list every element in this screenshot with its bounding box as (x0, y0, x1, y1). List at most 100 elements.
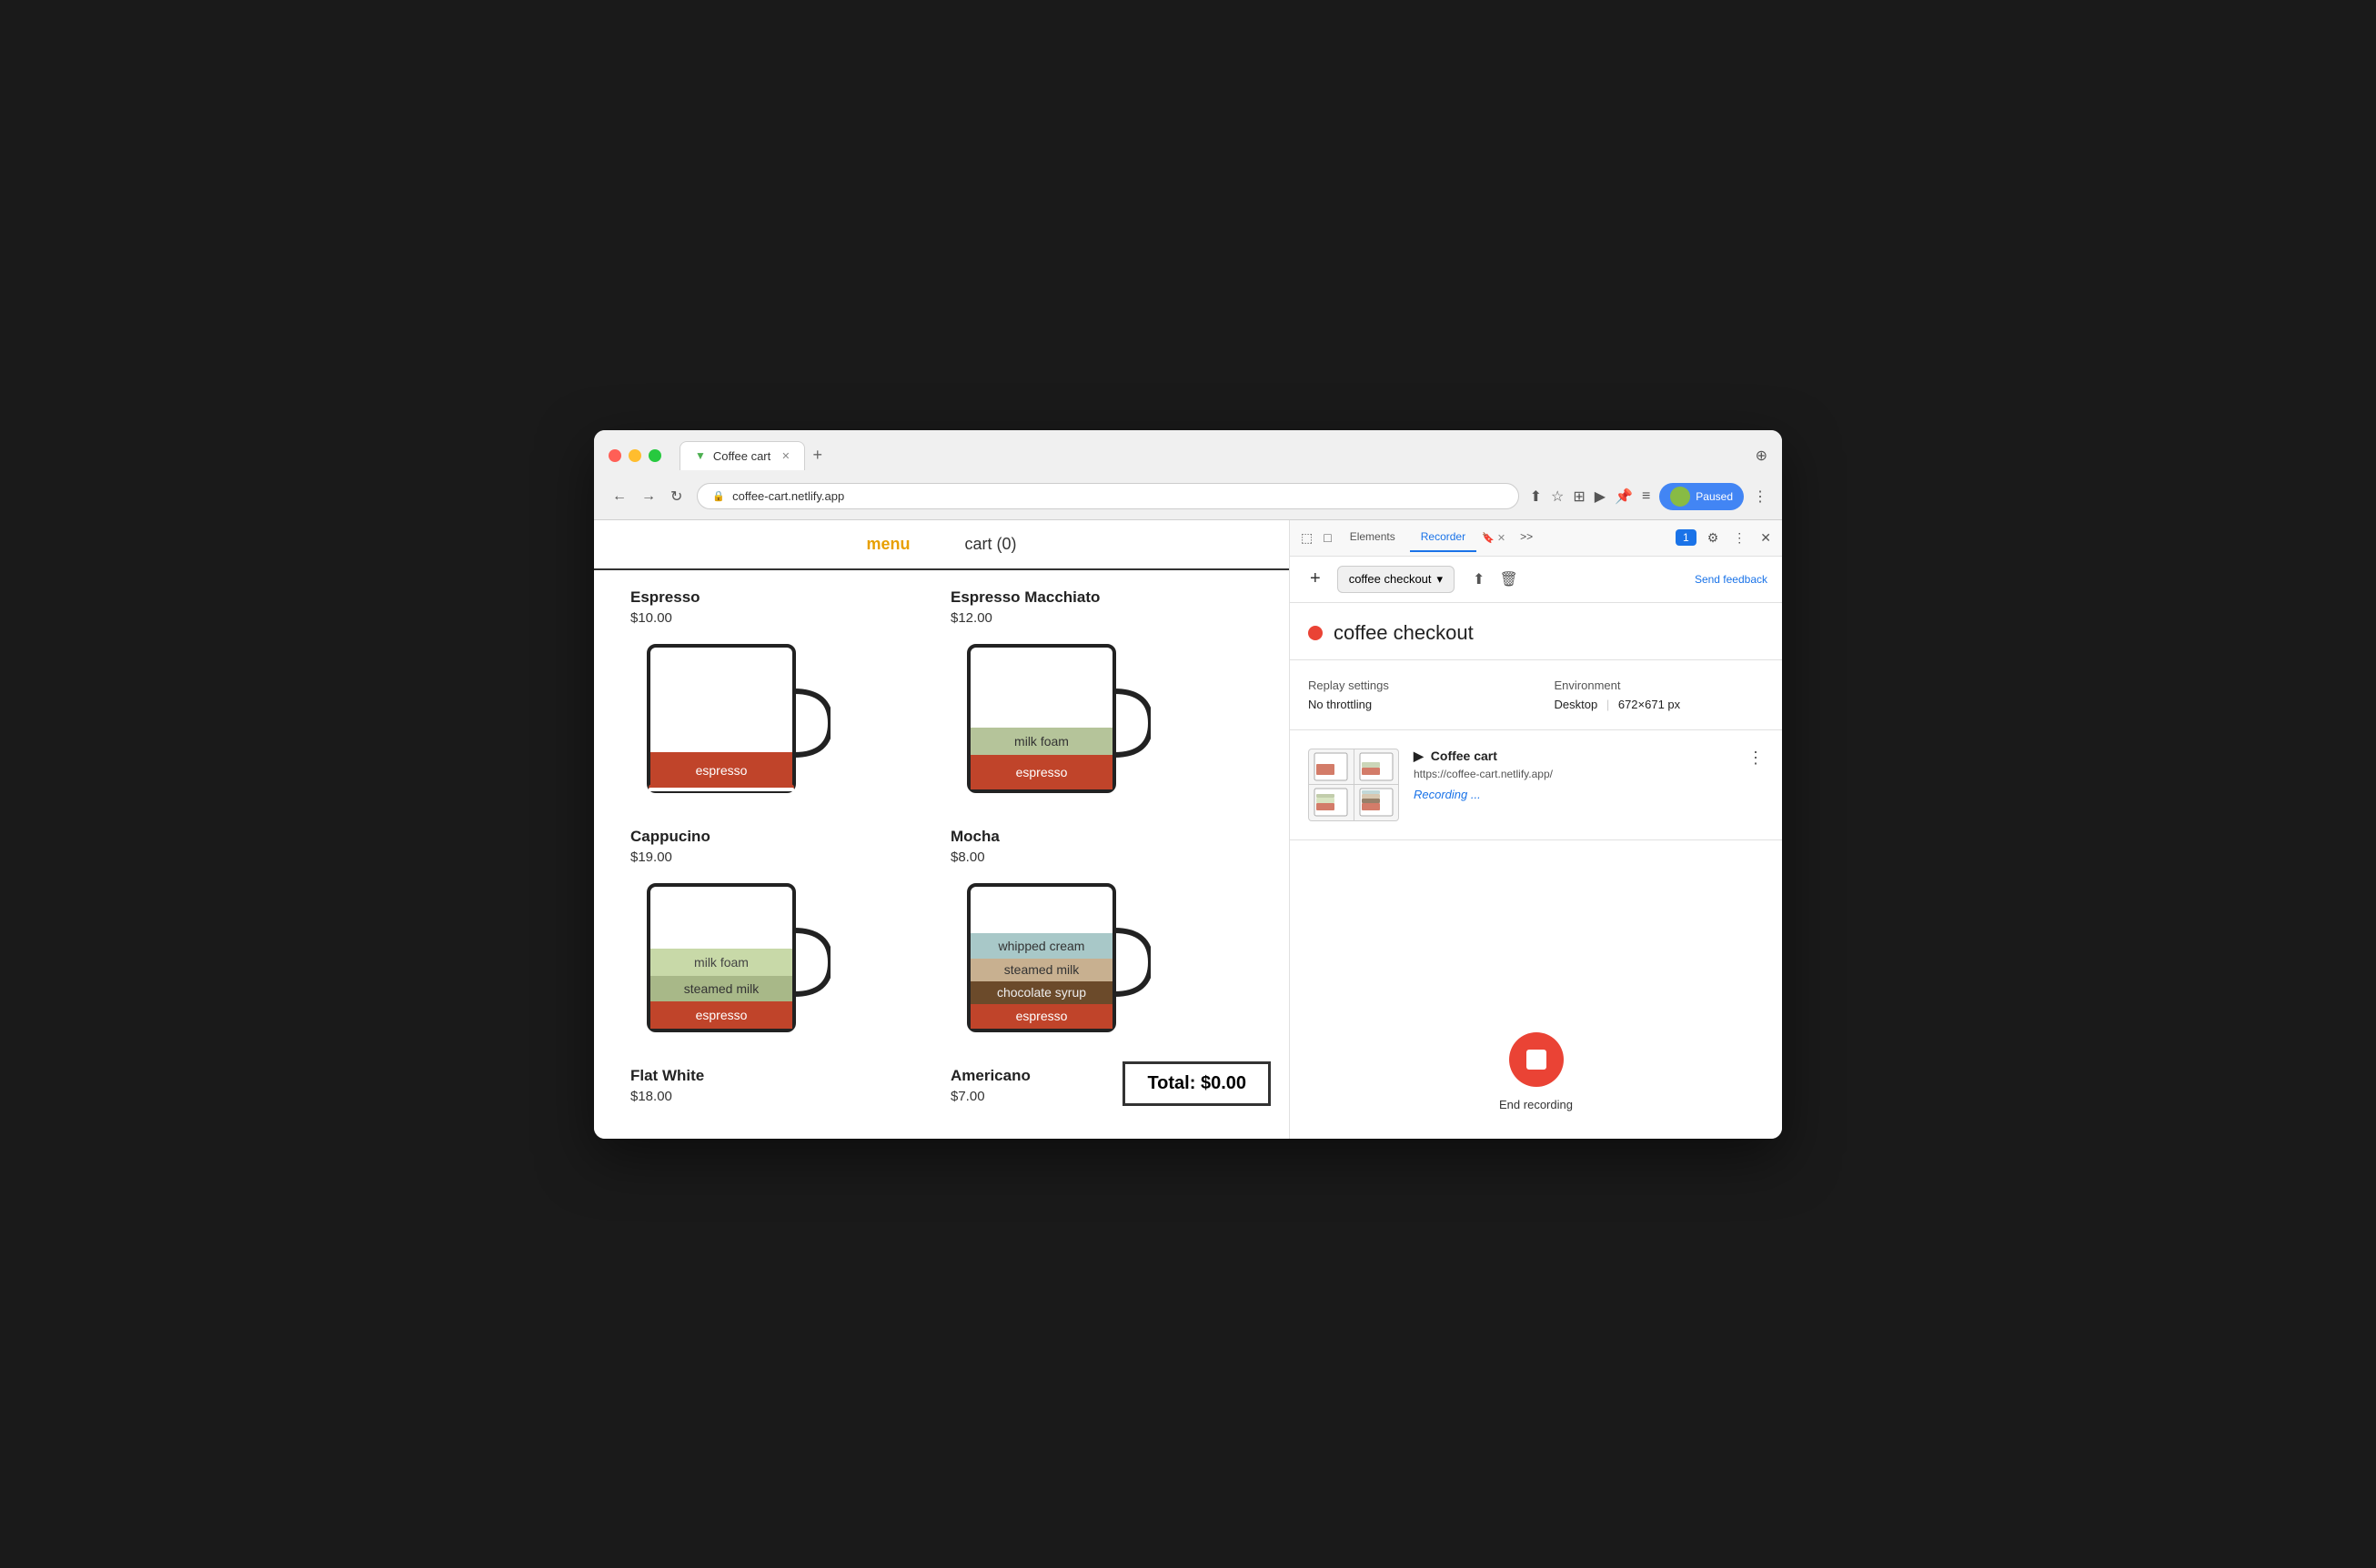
svg-text:milk foam: milk foam (694, 955, 749, 970)
reload-button[interactable]: ↻ (667, 484, 686, 509)
list-item[interactable]: Espresso $10.00 espresso (630, 588, 932, 809)
close-traffic-light[interactable] (609, 449, 621, 462)
nav-buttons: ← → ↻ (609, 484, 686, 509)
tab-recorder[interactable]: Recorder (1410, 523, 1476, 552)
cart-nav-item[interactable]: cart (0) (965, 535, 1017, 554)
coffee-mug-espresso: espresso (630, 637, 831, 809)
traffic-lights (609, 449, 661, 462)
maximize-traffic-light[interactable] (649, 449, 661, 462)
coffee-mug-cappucino: milk foam steamed milk espresso (630, 876, 831, 1049)
paused-label: Paused (1696, 490, 1733, 503)
coffee-price: $19.00 (630, 849, 672, 865)
minimize-traffic-light[interactable] (629, 449, 641, 462)
browser-window: ▼ Coffee cart ✕ + ⊕ ← → ↻ 🔒 coffee-cart.… (594, 430, 1782, 1139)
chat-badge[interactable]: 1 (1676, 529, 1696, 546)
preview-expand-arrow[interactable]: ▶ (1414, 749, 1424, 764)
cursor-icon[interactable]: ⬚ (1297, 527, 1316, 549)
avatar (1670, 487, 1690, 507)
replay-settings-group: Replay settings No throttling (1308, 678, 1518, 711)
send-feedback-button[interactable]: Send feedback (1695, 573, 1767, 586)
bookmark-icon[interactable]: ☆ (1551, 487, 1564, 506)
browser-chrome: ▼ Coffee cart ✕ + ⊕ ← → ↻ 🔒 coffee-cart.… (594, 430, 1782, 520)
browser-icons: ⬆ ☆ ⊞ ▶ 📌 ≡ Paused ⋮ (1530, 483, 1767, 510)
coffee-name: Mocha (951, 828, 1000, 846)
svg-text:chocolate syrup: chocolate syrup (997, 985, 1086, 1000)
back-button[interactable]: ← (609, 485, 630, 508)
stop-recording-button[interactable] (1509, 1032, 1564, 1087)
forward-button[interactable]: → (638, 485, 659, 508)
active-tab[interactable]: ▼ Coffee cart ✕ (680, 441, 805, 470)
media-icon[interactable]: ▶ (1595, 487, 1606, 506)
list-item[interactable]: Flat White $18.00 (630, 1067, 932, 1115)
devtools-panel: ⬚ □ Elements Recorder 🔖 ✕ >> 1 ⚙ ⋮ ✕ + c… (1290, 520, 1782, 1139)
svg-text:espresso: espresso (1016, 765, 1068, 779)
url-bar[interactable]: 🔒 coffee-cart.netlify.app (697, 483, 1518, 509)
stop-icon (1526, 1050, 1546, 1070)
url-text: coffee-cart.netlify.app (732, 489, 844, 503)
app-nav: menu cart (0) (594, 520, 1289, 570)
svg-text:whipped cream: whipped cream (998, 939, 1085, 953)
recording-actions: ⬆ 🗑 (1469, 567, 1522, 592)
preview-header-row: ▶ Coffee cart https://coffee-cart.netlif… (1414, 749, 1764, 801)
thumb-cell-1 (1309, 749, 1354, 785)
menu-icon[interactable]: ⋮ (1753, 487, 1767, 506)
dropdown-chevron-icon: ▾ (1437, 572, 1444, 587)
environment-label: Environment (1555, 678, 1765, 692)
extensions-puzzle-icon[interactable]: ⊞ (1573, 487, 1585, 506)
list-icon[interactable]: ≡ (1642, 488, 1650, 505)
coffee-name: Cappucino (630, 828, 710, 846)
tab-close-icon[interactable]: ✕ (781, 450, 790, 462)
recording-more-button[interactable]: ⋮ (1747, 749, 1764, 768)
thumb-cell-2 (1354, 749, 1399, 785)
recording-preview: ▶ Coffee cart https://coffee-cart.netlif… (1290, 730, 1782, 840)
preview-info: ▶ Coffee cart https://coffee-cart.netlif… (1414, 749, 1764, 801)
list-item[interactable]: Americano $7.00 Total: $0.00 (951, 1067, 1253, 1115)
tab-title: Coffee cart (713, 449, 770, 463)
total-badge: Total: $0.00 (1123, 1061, 1271, 1106)
pin-icon[interactable]: 📌 (1615, 487, 1633, 506)
share-icon[interactable]: ⬆ (1530, 487, 1542, 506)
menu-nav-item[interactable]: menu (866, 535, 910, 554)
no-throttling-value: No throttling (1308, 698, 1518, 711)
coffee-mug-macchiato: milk foam espresso (951, 637, 1151, 809)
layers-icon[interactable]: □ (1320, 527, 1334, 548)
svg-text:espresso: espresso (696, 763, 748, 778)
coffee-name: Americano (951, 1067, 1031, 1085)
coffee-name: Flat White (630, 1067, 704, 1085)
tab-elements[interactable]: Elements (1339, 523, 1406, 552)
list-item[interactable]: Mocha $8.00 whipped cream steamed milk c… (951, 828, 1253, 1049)
extensions-icon[interactable]: ⊕ (1756, 447, 1767, 465)
coffee-price: $10.00 (630, 610, 672, 626)
svg-text:milk foam: milk foam (1014, 734, 1069, 749)
list-item[interactable]: Cappucino $19.00 milk foam steamed milk … (630, 828, 932, 1049)
coffee-price: $12.00 (951, 610, 992, 626)
close-devtools-icon[interactable]: ✕ (1757, 527, 1775, 549)
recorder-tab-close-icon[interactable]: 🔖 ✕ (1482, 532, 1505, 544)
settings-section: Replay settings No throttling Environmen… (1290, 660, 1782, 730)
end-recording-label: End recording (1499, 1098, 1573, 1111)
more-options-icon[interactable]: ⋮ (1729, 527, 1749, 549)
delete-recording-button[interactable]: 🗑 (1495, 567, 1521, 592)
new-tab-button[interactable]: + (805, 442, 830, 468)
recording-name: coffee checkout (1349, 572, 1432, 586)
replay-settings-label: Replay settings (1308, 678, 1518, 692)
preview-thumbnail (1308, 749, 1399, 821)
list-item[interactable]: Espresso Macchiato $12.00 milk foam espr… (951, 588, 1253, 809)
coffee-price: $18.00 (630, 1089, 672, 1104)
coffee-price: $7.00 (951, 1089, 985, 1104)
export-recording-button[interactable]: ⬆ (1469, 567, 1488, 592)
recording-indicator (1308, 626, 1323, 640)
svg-text:steamed milk: steamed milk (684, 981, 760, 996)
environment-group: Environment Desktop | 672×671 px (1555, 678, 1765, 711)
svg-text:espresso: espresso (1016, 1009, 1068, 1023)
coffee-price: $8.00 (951, 849, 985, 865)
tab-more[interactable]: >> (1509, 523, 1544, 552)
coffee-name: Espresso (630, 588, 700, 607)
thumb-cell-4 (1354, 785, 1399, 820)
coffee-name: Espresso Macchiato (951, 588, 1100, 607)
tab-favicon-icon: ▼ (695, 449, 706, 462)
paused-badge[interactable]: Paused (1659, 483, 1744, 510)
add-recording-button[interactable]: + (1304, 567, 1326, 591)
recording-select[interactable]: coffee checkout ▾ (1337, 566, 1455, 593)
settings-icon[interactable]: ⚙ (1704, 527, 1723, 549)
